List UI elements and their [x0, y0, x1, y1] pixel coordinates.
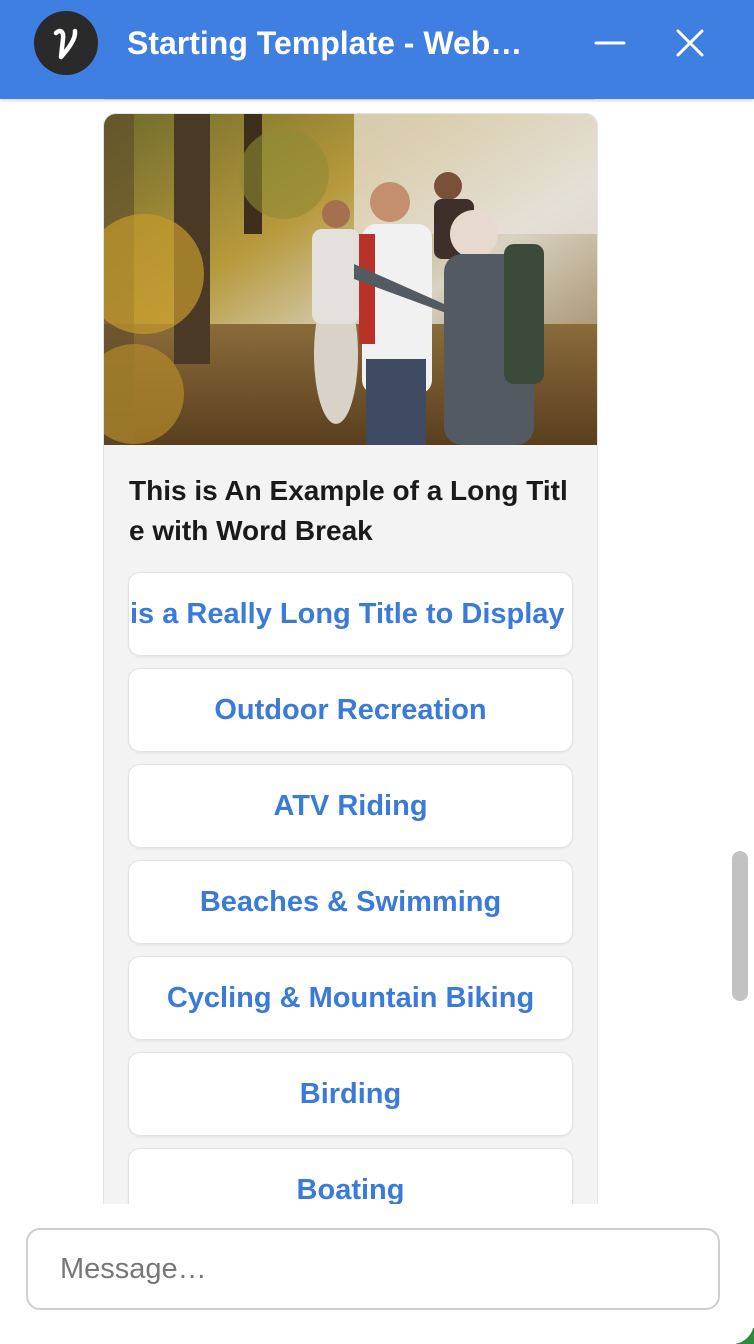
option-button-outdoor-recreation[interactable]: Outdoor Recreation [128, 668, 573, 752]
window-header: Starting Template - Web… [0, 0, 754, 99]
window-title: Starting Template - Web… [127, 25, 523, 61]
option-button-birding[interactable]: Birding [128, 1052, 573, 1136]
previous-card-edge [104, 99, 594, 100]
scrollbar-thumb[interactable] [732, 851, 748, 1001]
option-button-atv-riding[interactable]: ATV Riding [128, 764, 573, 848]
option-label: This is a Really Long Title to Display O… [129, 598, 572, 630]
carousel-card: This is An Example of a Long Title with … [103, 113, 598, 1215]
scrollbar-track[interactable] [724, 99, 754, 1204]
close-icon [676, 29, 704, 57]
app-logo-icon [34, 11, 98, 75]
card-photo-hikers [104, 114, 597, 445]
message-input[interactable] [26, 1228, 720, 1310]
option-button-beaches-swimming[interactable]: Beaches & Swimming [128, 860, 573, 944]
option-button-cycling-mountain-biking[interactable]: Cycling & Mountain Biking [128, 956, 573, 1040]
option-button-long-title[interactable]: This is a Really Long Title to Display O… [128, 572, 573, 656]
card-title: This is An Example of a Long Title with … [129, 475, 568, 546]
minimize-icon [594, 41, 626, 45]
minimize-button[interactable] [590, 20, 630, 66]
close-button[interactable] [668, 20, 712, 66]
